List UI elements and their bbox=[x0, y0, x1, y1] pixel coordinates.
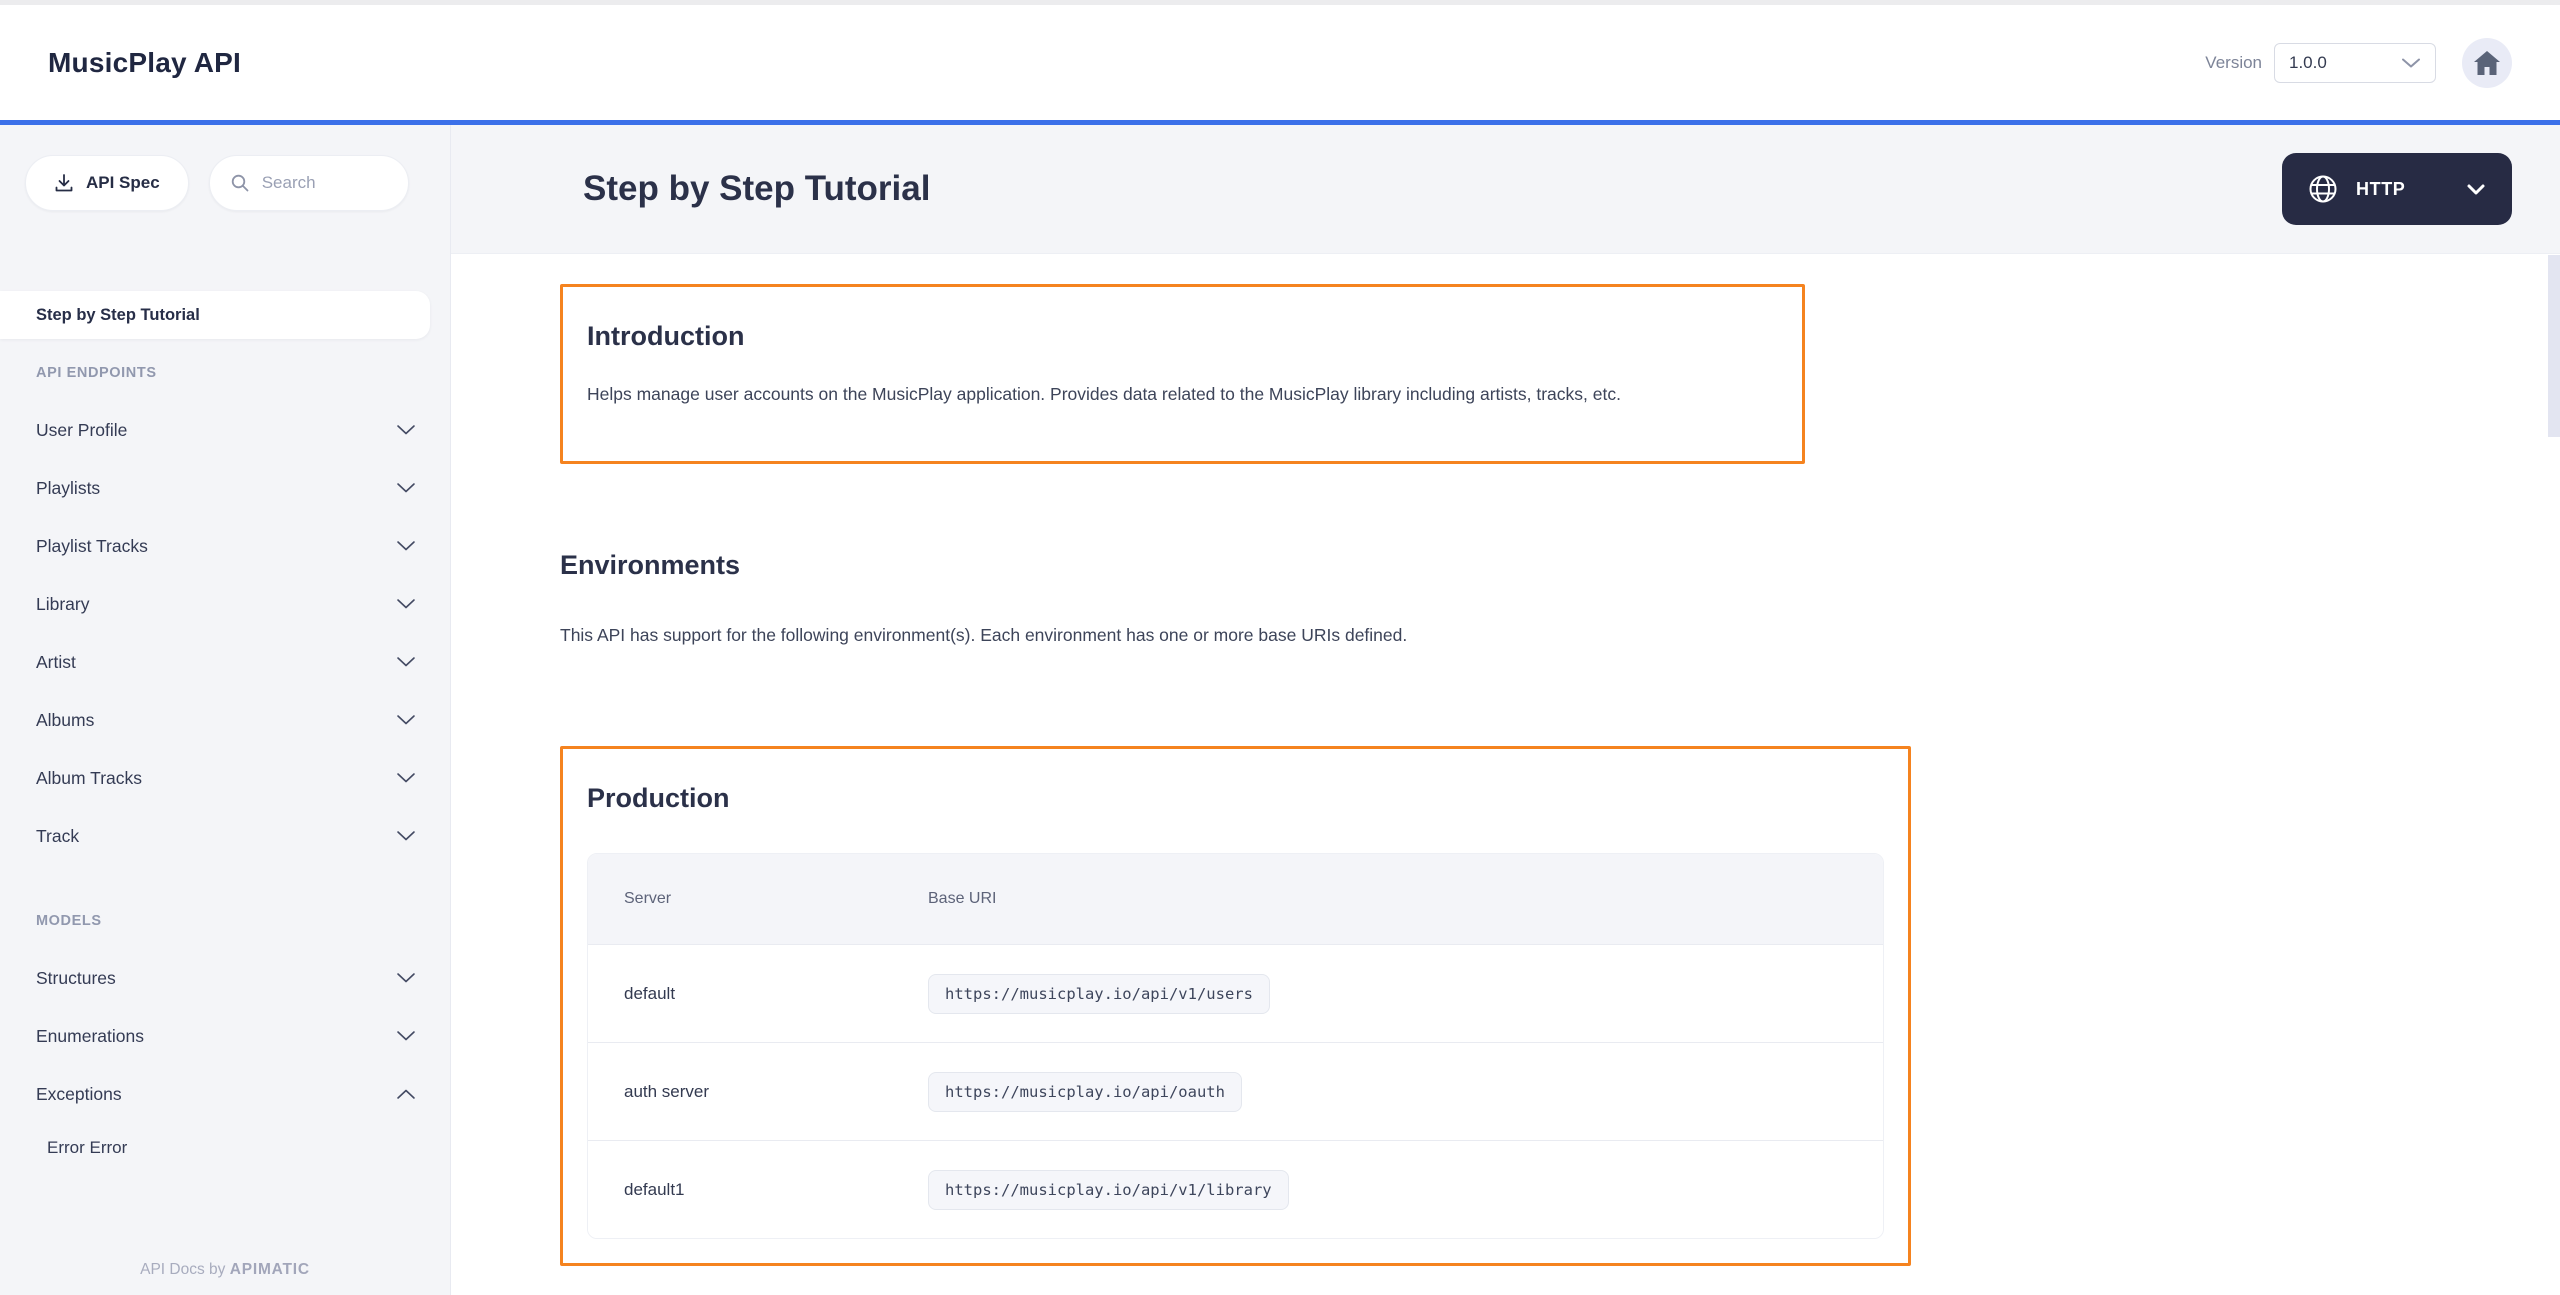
section-label-api-endpoints: API ENDPOINTS bbox=[36, 365, 157, 381]
environments-table: Server Base URI default https://musicpla… bbox=[587, 853, 1884, 1239]
sidebar-item-albums[interactable]: Albums bbox=[0, 691, 450, 749]
version-value: 1.0.0 bbox=[2289, 52, 2327, 72]
server-name: default1 bbox=[624, 1179, 685, 1199]
chevron-down-icon bbox=[396, 972, 416, 984]
sidebar-item-track[interactable]: Track bbox=[0, 807, 450, 865]
sidebar-item-label: Error Error bbox=[47, 1138, 128, 1157]
base-uri-chip: https://musicplay.io/api/v1/library bbox=[928, 1169, 1289, 1210]
chevron-down-icon bbox=[396, 656, 416, 668]
home-icon bbox=[2473, 50, 2501, 76]
chevron-down-icon bbox=[396, 424, 416, 436]
sidebar-actions: API Spec bbox=[25, 155, 450, 211]
language-selector-button[interactable]: HTTP bbox=[2282, 153, 2512, 225]
sidebar-item-label: Album Tracks bbox=[36, 767, 142, 788]
search-box[interactable] bbox=[208, 155, 409, 211]
app-header: MusicPlay API Version 1.0.0 bbox=[0, 5, 2560, 120]
api-spec-label: API Spec bbox=[86, 173, 160, 192]
table-header-row: Server Base URI bbox=[588, 854, 1883, 944]
search-input[interactable] bbox=[259, 172, 385, 194]
server-name: default bbox=[624, 983, 676, 1003]
apimatic-brand: APIMATIC bbox=[229, 1261, 310, 1278]
language-label: HTTP bbox=[2356, 178, 2406, 199]
chevron-down-icon bbox=[396, 598, 416, 610]
content-header: Step by Step Tutorial HTTP bbox=[451, 125, 2560, 253]
version-label: Version bbox=[2205, 52, 2262, 72]
sidebar-item-label: Track bbox=[36, 825, 80, 846]
production-title: Production bbox=[587, 783, 730, 813]
environments-title: Environments bbox=[560, 550, 741, 580]
table-row: default1 https://musicplay.io/api/v1/lib… bbox=[588, 1140, 1883, 1238]
sidebar-item-label: Albums bbox=[36, 709, 95, 730]
sidebar-item-artist[interactable]: Artist bbox=[0, 633, 450, 691]
download-icon bbox=[54, 173, 74, 193]
introduction-title: Introduction bbox=[587, 321, 745, 351]
search-icon bbox=[230, 173, 250, 193]
chevron-up-icon bbox=[396, 1088, 416, 1100]
chevron-down-icon bbox=[2466, 183, 2486, 196]
column-header-server: Server bbox=[624, 890, 672, 907]
sidebar-item-label: User Profile bbox=[36, 419, 128, 440]
chevron-down-icon bbox=[396, 772, 416, 784]
doc-panel: Introduction Helps manage user accounts … bbox=[451, 253, 2560, 1295]
api-spec-button[interactable]: API Spec bbox=[25, 155, 189, 211]
sidebar-item-user-profile[interactable]: User Profile bbox=[0, 401, 450, 459]
sidebar-item-label: Artist bbox=[36, 651, 76, 672]
column-header-base-uri: Base URI bbox=[928, 890, 997, 907]
table-row: auth server https://musicplay.io/api/oau… bbox=[588, 1042, 1883, 1140]
version-select[interactable]: 1.0.0 bbox=[2274, 42, 2436, 83]
chevron-down-icon bbox=[396, 482, 416, 494]
sidebar-item-label: Exceptions bbox=[36, 1083, 122, 1104]
sidebar-item-playlist-tracks[interactable]: Playlist Tracks bbox=[0, 517, 450, 575]
sidebar-item-structures[interactable]: Structures bbox=[0, 949, 450, 1007]
sidebar-footer-link[interactable]: API Docs by APIMATIC bbox=[0, 1261, 450, 1279]
table-row: default https://musicplay.io/api/v1/user… bbox=[588, 944, 1883, 1042]
introduction-body: Helps manage user accounts on the MusicP… bbox=[587, 384, 1621, 404]
scrollbar-thumb[interactable] bbox=[2548, 255, 2560, 437]
environments-body: This API has support for the following e… bbox=[560, 625, 1408, 645]
footer-prefix: API Docs by bbox=[140, 1261, 230, 1278]
page-title: Step by Step Tutorial bbox=[583, 169, 931, 208]
chevron-down-icon bbox=[396, 714, 416, 726]
section-label-models: MODELS bbox=[36, 913, 102, 929]
app-title: MusicPlay API bbox=[48, 46, 241, 78]
chevron-down-icon bbox=[2401, 57, 2421, 69]
home-button[interactable] bbox=[2462, 37, 2512, 88]
sidebar-item-label: Library bbox=[36, 593, 90, 614]
production-callout: Production Server Base URI default https… bbox=[560, 746, 1911, 1266]
sidebar-item-error-error[interactable]: Error Error bbox=[0, 1123, 450, 1173]
sidebar-item-library[interactable]: Library bbox=[0, 575, 450, 633]
base-uri-chip: https://musicplay.io/api/v1/users bbox=[928, 973, 1270, 1014]
sidebar-item-label: Playlists bbox=[36, 477, 101, 498]
main-layout: API Spec Step by Step Tutorial API ENDPO… bbox=[0, 125, 2560, 1295]
globe-icon bbox=[2308, 174, 2338, 204]
chevron-down-icon bbox=[396, 540, 416, 552]
sidebar-item-tutorial[interactable]: Step by Step Tutorial bbox=[0, 291, 430, 339]
chevron-down-icon bbox=[396, 1030, 416, 1042]
introduction-callout: Introduction Helps manage user accounts … bbox=[560, 284, 1805, 464]
sidebar-item-label: Step by Step Tutorial bbox=[36, 305, 200, 324]
header-controls: Version 1.0.0 bbox=[2205, 37, 2512, 88]
sidebar-item-enumerations[interactable]: Enumerations bbox=[0, 1007, 450, 1065]
chevron-down-icon bbox=[396, 830, 416, 842]
sidebar-item-album-tracks[interactable]: Album Tracks bbox=[0, 749, 450, 807]
sidebar: API Spec Step by Step Tutorial API ENDPO… bbox=[0, 125, 451, 1295]
base-uri-chip: https://musicplay.io/api/oauth bbox=[928, 1071, 1242, 1112]
content-area: Step by Step Tutorial HTTP Introduction bbox=[451, 125, 2560, 1295]
sidebar-item-exceptions[interactable]: Exceptions bbox=[0, 1065, 450, 1123]
server-name: auth server bbox=[624, 1081, 710, 1101]
sidebar-item-label: Enumerations bbox=[36, 1025, 144, 1046]
sidebar-item-playlists[interactable]: Playlists bbox=[0, 459, 450, 517]
sidebar-item-label: Playlist Tracks bbox=[36, 535, 148, 556]
sidebar-item-label: Structures bbox=[36, 967, 116, 988]
